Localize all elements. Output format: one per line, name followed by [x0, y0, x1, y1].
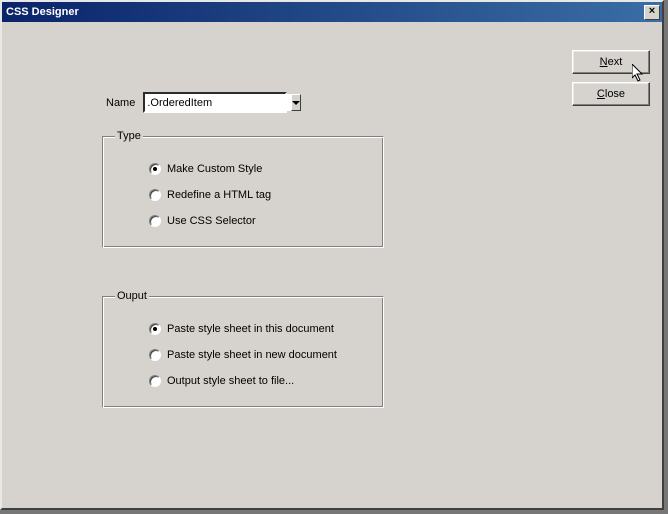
name-row: Name	[106, 92, 287, 113]
radio-label-output-2: Output style sheet to file...	[167, 375, 294, 387]
radio-row-output-0[interactable]: Paste style sheet in this document	[115, 316, 371, 342]
radio-type-2[interactable]	[149, 215, 161, 227]
chevron-down-icon[interactable]	[291, 94, 301, 111]
radio-output-0[interactable]	[149, 323, 161, 335]
group-type-legend: Type	[115, 130, 143, 142]
radio-label-type-0: Make Custom Style	[167, 163, 262, 175]
radio-label-output-1: Paste style sheet in new document	[167, 349, 337, 361]
close-window-button[interactable]: ×	[644, 5, 660, 20]
group-output: Ouput Paste style sheet in this document…	[102, 290, 384, 408]
radio-output-2[interactable]	[149, 375, 161, 387]
radio-row-output-1[interactable]: Paste style sheet in new document	[115, 342, 371, 368]
name-combobox[interactable]	[143, 92, 287, 113]
radio-label-output-0: Paste style sheet in this document	[167, 323, 334, 335]
dialog-window: CSS Designer × Next Close Name Type	[0, 0, 664, 510]
next-button-key: N	[600, 56, 608, 68]
dialog-content: Next Close Name Type Make Custom Style	[2, 22, 662, 508]
radio-label-type-2: Use CSS Selector	[167, 215, 256, 227]
name-label: Name	[106, 97, 135, 109]
next-button[interactable]: Next	[572, 50, 650, 74]
name-input[interactable]	[145, 94, 291, 111]
close-button-key: C	[597, 88, 605, 100]
action-buttons: Next Close	[572, 50, 650, 114]
group-type: Type Make Custom Style Redefine a HTML t…	[102, 130, 384, 248]
radio-row-type-0[interactable]: Make Custom Style	[115, 156, 371, 182]
window-title: CSS Designer	[6, 6, 644, 18]
radio-label-type-1: Redefine a HTML tag	[167, 189, 271, 201]
group-output-legend: Ouput	[115, 290, 149, 302]
radio-row-output-2[interactable]: Output style sheet to file...	[115, 368, 371, 394]
next-button-suffix: ext	[608, 56, 623, 68]
close-button[interactable]: Close	[572, 82, 650, 106]
close-button-suffix: lose	[605, 88, 625, 100]
radio-row-type-1[interactable]: Redefine a HTML tag	[115, 182, 371, 208]
radio-output-1[interactable]	[149, 349, 161, 361]
radio-type-1[interactable]	[149, 189, 161, 201]
radio-row-type-2[interactable]: Use CSS Selector	[115, 208, 371, 234]
titlebar: CSS Designer ×	[2, 2, 662, 22]
radio-type-0[interactable]	[149, 163, 161, 175]
